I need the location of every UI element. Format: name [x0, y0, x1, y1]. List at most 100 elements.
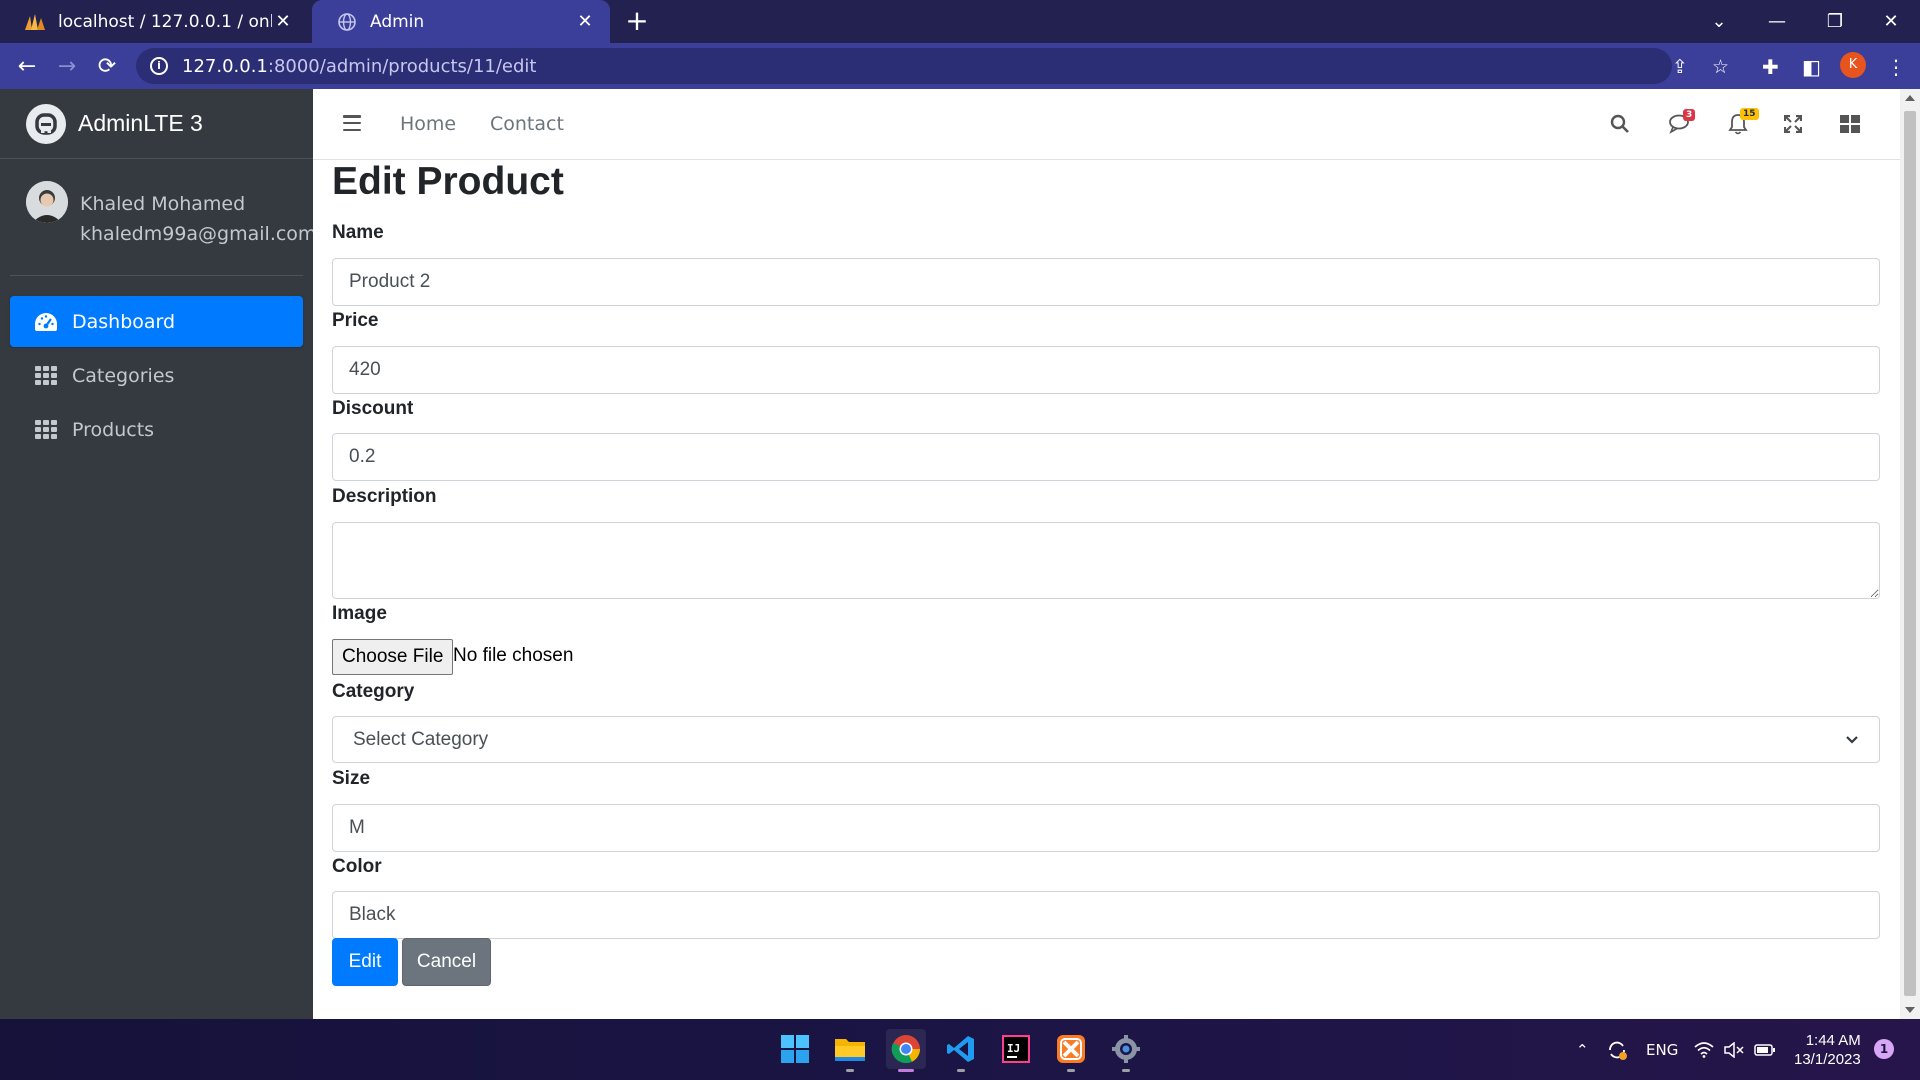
tab-search-icon[interactable]: ⌄ — [1690, 0, 1748, 43]
volume-muted-icon[interactable] — [1724, 1019, 1744, 1080]
chevron-down-icon — [1845, 729, 1859, 751]
browser-tab-admin[interactable]: Admin ✕ — [312, 0, 610, 43]
settings-gear-icon[interactable] — [1106, 1029, 1146, 1072]
url-host: 127.0.0.1 — [182, 55, 268, 77]
notification-center-badge[interactable]: 1 — [1874, 1039, 1894, 1059]
sidebar-nav: Dashboard Categories Products — [0, 276, 313, 455]
category-label: Category — [332, 681, 415, 702]
sidebar-item-categories[interactable]: Categories — [10, 350, 303, 401]
vscode-icon[interactable] — [941, 1029, 981, 1072]
running-indicator — [846, 1069, 854, 1072]
discount-field[interactable] — [332, 433, 1880, 481]
running-indicator — [957, 1069, 965, 1072]
tray-overflow-chevron-icon[interactable]: ⌃ — [1576, 1019, 1589, 1080]
forward-icon[interactable]: → — [52, 51, 82, 81]
sidebar-item-products[interactable]: Products — [10, 404, 303, 455]
tab-title: Admin — [370, 11, 425, 32]
phpmyadmin-icon — [24, 11, 46, 33]
sidebar: AdminLTE 3 Khaled Mohamed khaledm99a@gma… — [0, 89, 316, 1019]
browser-tab-bar: localhost / 127.0.0.1 / online-sho ✕ Adm… — [0, 0, 1920, 43]
discount-label: Discount — [332, 398, 414, 419]
brand-text: AdminLTE 3 — [78, 110, 203, 136]
reload-icon[interactable]: ⟳ — [92, 51, 122, 81]
site-info-icon[interactable]: i — [150, 57, 168, 75]
fullscreen-expand-icon[interactable] — [1780, 111, 1806, 137]
xampp-icon[interactable] — [1051, 1029, 1091, 1072]
running-indicator — [1067, 1069, 1075, 1072]
chrome-icon[interactable] — [886, 1029, 926, 1072]
category-select[interactable]: Select Category — [332, 716, 1880, 763]
image-label: Image — [332, 603, 387, 624]
close-icon[interactable]: ✕ — [272, 11, 294, 32]
taskbar-clock[interactable]: 1:44 AM 13/1/2023 — [1794, 1031, 1861, 1069]
bookmark-star-icon[interactable]: ☆ — [1712, 56, 1729, 78]
adminlte-logo-icon — [26, 103, 66, 144]
edit-button[interactable]: Edit — [332, 938, 398, 986]
scroll-up-icon[interactable] — [1905, 95, 1915, 101]
notifications-badge: 15 — [1740, 108, 1759, 120]
avatar[interactable] — [26, 181, 68, 223]
clock-date: 13/1/2023 — [1794, 1051, 1861, 1068]
nav-link-home[interactable]: Home — [400, 113, 456, 135]
category-selected-value: Select Category — [353, 728, 489, 750]
wifi-icon[interactable] — [1694, 1019, 1714, 1080]
notifications-bell-icon[interactable]: 15 — [1725, 108, 1759, 137]
globe-icon — [336, 11, 358, 33]
size-field[interactable] — [332, 804, 1880, 852]
control-sidebar-grid-icon[interactable] — [1837, 111, 1863, 137]
sidebar-item-dashboard[interactable]: Dashboard — [10, 296, 303, 347]
intellij-icon[interactable]: IJ — [996, 1029, 1036, 1069]
windows-start-icon[interactable] — [775, 1029, 815, 1069]
clock-time: 1:44 AM — [1805, 1032, 1861, 1049]
size-label: Size — [332, 768, 371, 789]
price-label: Price — [332, 310, 379, 331]
sidebar-item-label: Categories — [72, 364, 175, 387]
price-field[interactable] — [332, 346, 1880, 394]
file-status-text: No file chosen — [453, 645, 574, 666]
cancel-button[interactable]: Cancel — [402, 938, 491, 986]
user-email: khaledm99a@gmail.com — [80, 223, 317, 245]
name-field[interactable] — [332, 258, 1880, 306]
battery-icon[interactable] — [1754, 1019, 1776, 1080]
sidebar-item-label: Dashboard — [72, 310, 176, 333]
messages-badge: 3 — [1683, 109, 1696, 121]
user-panel: Khaled Mohamed khaledm99a@gmail.com — [10, 159, 316, 276]
hamburger-menu-icon[interactable] — [343, 115, 361, 131]
color-label: Color — [332, 856, 382, 877]
profile-avatar[interactable]: K — [1840, 52, 1866, 78]
scrollbar-thumb[interactable] — [1904, 111, 1916, 996]
extensions-icon[interactable]: ✚ — [1762, 55, 1779, 79]
browser-tab-phpmyadmin[interactable]: localhost / 127.0.0.1 / online-sho ✕ — [0, 0, 308, 43]
name-label: Name — [332, 222, 384, 243]
messages-icon[interactable]: 3 — [1667, 109, 1696, 137]
page-scrollbar[interactable] — [1900, 89, 1920, 1019]
sync-icon[interactable] — [1606, 1019, 1628, 1080]
back-icon[interactable]: ← — [12, 51, 42, 81]
nav-link-contact[interactable]: Contact — [490, 113, 564, 135]
share-icon[interactable]: ⇪ — [1672, 56, 1688, 78]
language-indicator[interactable]: ENG — [1646, 1019, 1678, 1080]
close-icon[interactable]: ✕ — [574, 11, 596, 32]
menu-kebab-icon[interactable]: ⋮ — [1886, 55, 1906, 79]
page-title: Edit Product — [332, 160, 564, 203]
address-bar[interactable]: i 127.0.0.1:8000/admin/products/11/edit — [136, 48, 1672, 84]
new-tab-button[interactable]: + — [622, 6, 652, 36]
running-indicator — [1122, 1069, 1130, 1072]
choose-file-button[interactable]: Choose File — [332, 639, 454, 675]
windows-taskbar: IJ ⌃ ENG 1:44 AM 13/1/2023 1 — [0, 1019, 1920, 1080]
main-content: Edit Product Name Price Discount Descrip… — [313, 160, 1900, 1019]
file-explorer-icon[interactable] — [830, 1029, 870, 1072]
color-field[interactable] — [332, 891, 1880, 939]
url-path: :8000/admin/products/11/edit — [267, 55, 537, 77]
description-textarea[interactable] — [332, 522, 1880, 599]
close-window-button[interactable]: ✕ — [1862, 0, 1920, 43]
restore-button[interactable]: ❐ — [1806, 0, 1864, 43]
grid-icon — [34, 364, 58, 388]
scroll-down-icon[interactable] — [1905, 1007, 1915, 1013]
user-name[interactable]: Khaled Mohamed — [80, 193, 245, 215]
side-panel-icon[interactable]: ◧ — [1802, 55, 1821, 79]
search-icon[interactable] — [1607, 111, 1633, 137]
brand-link[interactable]: AdminLTE 3 — [0, 89, 313, 159]
dashboard-icon — [34, 310, 58, 334]
minimize-button[interactable]: — — [1748, 0, 1806, 43]
